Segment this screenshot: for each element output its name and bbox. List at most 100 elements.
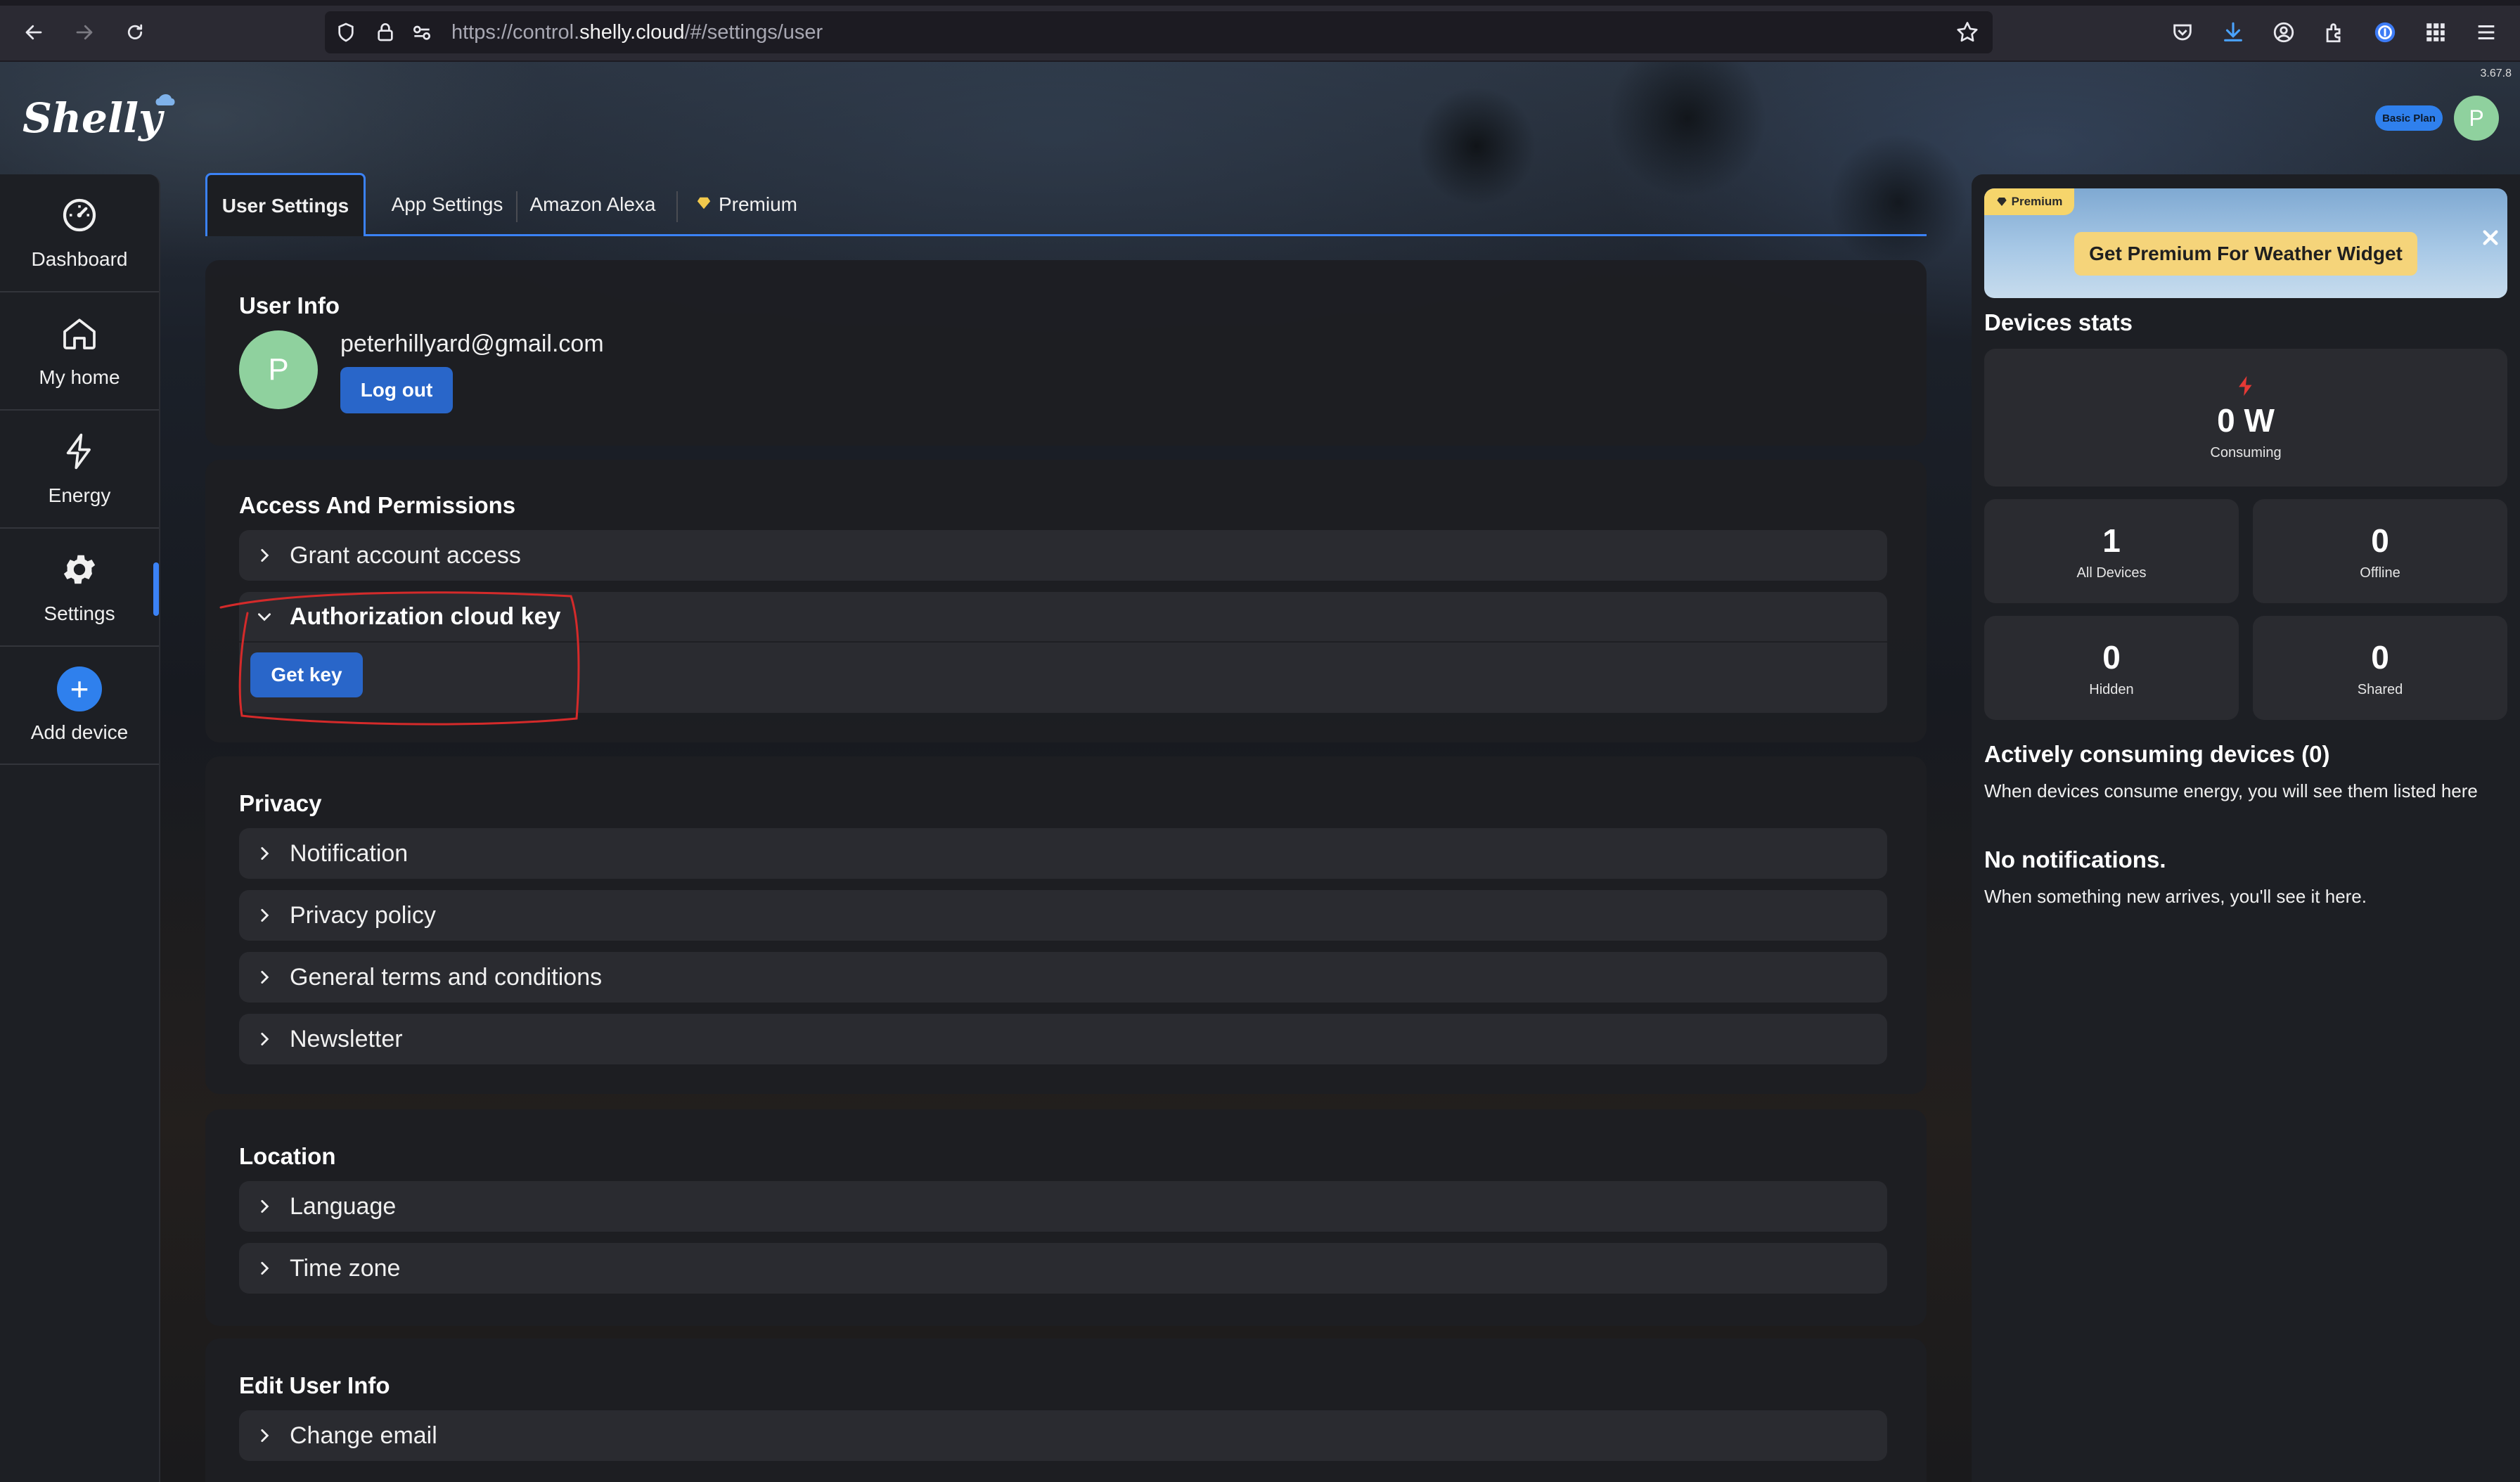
sidebar-active-indicator bbox=[153, 562, 159, 616]
chevron-right-icon bbox=[239, 968, 290, 986]
premium-tag: Premium bbox=[1984, 188, 2074, 215]
access-title: Access And Permissions bbox=[239, 492, 516, 518]
gauge-icon bbox=[60, 195, 99, 238]
app-version: 3.67.8 bbox=[2480, 67, 2512, 79]
terms-row[interactable]: General terms and conditions bbox=[239, 952, 1887, 1003]
access-permissions-card: Access And Permissions Grant account acc… bbox=[205, 460, 1927, 742]
tab-premium[interactable]: Premium bbox=[678, 173, 816, 236]
all-devices-stat[interactable]: 1 All Devices bbox=[1984, 499, 2239, 603]
sidebar-item-my-home[interactable]: My home bbox=[0, 292, 159, 411]
tab-premium-label: Premium bbox=[718, 193, 797, 215]
privacy-policy-row[interactable]: Privacy policy bbox=[239, 890, 1887, 941]
menu-icon[interactable] bbox=[2472, 18, 2500, 46]
browser-toolbar: https://control.shelly.cloud/#/settings/… bbox=[0, 0, 2520, 62]
chevron-right-icon bbox=[239, 1426, 290, 1445]
get-premium-button[interactable]: Get Premium For Weather Widget bbox=[2074, 232, 2417, 276]
sidebar-item-energy[interactable]: Energy bbox=[0, 411, 159, 529]
back-icon[interactable] bbox=[18, 17, 49, 48]
shield-icon[interactable] bbox=[335, 21, 357, 47]
chevron-down-icon bbox=[239, 607, 290, 626]
url-text[interactable]: https://control.shelly.cloud/#/settings/… bbox=[451, 21, 823, 44]
user-avatar-large: P bbox=[239, 330, 318, 409]
row-label: Language bbox=[290, 1192, 397, 1220]
stat-value: 0 bbox=[2102, 638, 2121, 676]
row-label: Newsletter bbox=[290, 1025, 403, 1052]
user-email: peterhillyard@gmail.com bbox=[340, 330, 604, 357]
user-avatar[interactable]: P bbox=[2454, 96, 2499, 141]
get-key-button[interactable]: Get key bbox=[250, 652, 363, 697]
logout-button[interactable]: Log out bbox=[340, 367, 453, 413]
diamond-icon bbox=[1996, 198, 2007, 206]
grant-account-access-row[interactable]: Grant account access bbox=[239, 530, 1887, 581]
account-icon[interactable] bbox=[2270, 18, 2298, 46]
tab-amazon-alexa[interactable]: Amazon Alexa bbox=[516, 173, 669, 236]
language-row[interactable]: Language bbox=[239, 1181, 1887, 1232]
authorization-cloud-key-row[interactable]: Authorization cloud key bbox=[239, 592, 1887, 643]
consuming-stat[interactable]: 0 W Consuming bbox=[1984, 349, 2507, 487]
stat-label: Shared bbox=[2357, 681, 2403, 697]
stat-value: 1 bbox=[2102, 522, 2121, 559]
lightning-icon bbox=[2234, 374, 2258, 401]
sidebar-item-label: Settings bbox=[44, 602, 115, 624]
download-icon[interactable] bbox=[2219, 18, 2247, 46]
tab-user-settings[interactable]: User Settings bbox=[205, 173, 366, 236]
url-bar[interactable]: https://control.shelly.cloud/#/settings/… bbox=[325, 11, 1993, 53]
sidebar-item-settings[interactable]: Settings bbox=[0, 529, 159, 647]
password-manager-icon[interactable] bbox=[2371, 18, 2399, 46]
row-label: Grant account access bbox=[290, 541, 521, 569]
notifications-title: No notifications. bbox=[1984, 846, 2166, 872]
change-email-row[interactable]: Change email bbox=[239, 1410, 1887, 1461]
row-label: Privacy policy bbox=[290, 901, 436, 929]
time-zone-row[interactable]: Time zone bbox=[239, 1243, 1887, 1294]
premium-promo-banner: Premium Get Premium For Weather Widget bbox=[1984, 188, 2507, 298]
notification-row[interactable]: Notification bbox=[239, 828, 1887, 879]
chevron-right-icon bbox=[239, 1030, 290, 1048]
plan-badge[interactable]: Basic Plan bbox=[2375, 105, 2443, 131]
location-title: Location bbox=[239, 1143, 336, 1169]
chevron-right-icon bbox=[239, 1259, 290, 1277]
gear-icon bbox=[60, 550, 99, 593]
lock-icon[interactable] bbox=[374, 20, 397, 47]
extensions-icon[interactable] bbox=[2320, 18, 2348, 46]
reload-icon[interactable] bbox=[120, 17, 150, 48]
tab-app-settings[interactable]: App Settings bbox=[366, 173, 529, 236]
hidden-stat[interactable]: 0 Hidden bbox=[1984, 616, 2239, 720]
apps-grid-icon[interactable] bbox=[2422, 18, 2450, 46]
privacy-card: Privacy Notification Privacy policy Gene… bbox=[205, 756, 1927, 1094]
newsletter-row[interactable]: Newsletter bbox=[239, 1014, 1887, 1064]
consuming-value: 0 W bbox=[2217, 402, 2275, 439]
row-label: General terms and conditions bbox=[290, 963, 603, 991]
sidebar-item-label: Add device bbox=[30, 721, 129, 743]
user-info-card: User Info P peterhillyard@gmail.com Log … bbox=[205, 260, 1927, 446]
site-permissions-icon[interactable] bbox=[411, 21, 433, 47]
sidebar-item-dashboard[interactable]: Dashboard bbox=[0, 174, 159, 292]
tab-strip bbox=[0, 0, 2520, 6]
consuming-label: Consuming bbox=[2210, 445, 2282, 460]
location-card: Location Language Time zone bbox=[205, 1109, 1927, 1326]
home-icon bbox=[60, 314, 99, 356]
chevron-right-icon bbox=[239, 844, 290, 863]
bookmark-star-icon[interactable] bbox=[1955, 20, 1980, 49]
pocket-icon[interactable] bbox=[2168, 18, 2197, 46]
sidebar-item-label: Energy bbox=[48, 484, 111, 506]
actively-consuming-text: When devices consume energy, you will se… bbox=[1984, 780, 2478, 801]
sidebar: Dashboard My home Energy Settings + Add … bbox=[0, 174, 160, 1482]
notifications-text: When something new arrives, you'll see i… bbox=[1984, 886, 2367, 907]
chevron-right-icon bbox=[239, 906, 290, 924]
user-info-title: User Info bbox=[239, 292, 340, 318]
offline-stat[interactable]: 0 Offline bbox=[2253, 499, 2507, 603]
close-icon[interactable] bbox=[2476, 224, 2505, 252]
stat-label: All Devices bbox=[2076, 565, 2147, 581]
stat-label: Hidden bbox=[2089, 681, 2134, 697]
row-label: Time zone bbox=[290, 1254, 401, 1282]
authorization-cloud-key-panel: Authorization cloud key Get key bbox=[239, 592, 1887, 713]
sidebar-item-label: Dashboard bbox=[31, 247, 128, 270]
row-label: Authorization cloud key bbox=[290, 603, 561, 630]
sidebar-item-add-device[interactable]: + Add device bbox=[0, 647, 159, 765]
diamond-icon bbox=[696, 193, 712, 216]
row-label: Change email bbox=[290, 1422, 437, 1449]
shelly-logo[interactable]: Shelly bbox=[21, 87, 176, 146]
lightning-icon bbox=[60, 432, 99, 475]
forward-icon[interactable] bbox=[69, 17, 100, 48]
shared-stat[interactable]: 0 Shared bbox=[2253, 616, 2507, 720]
